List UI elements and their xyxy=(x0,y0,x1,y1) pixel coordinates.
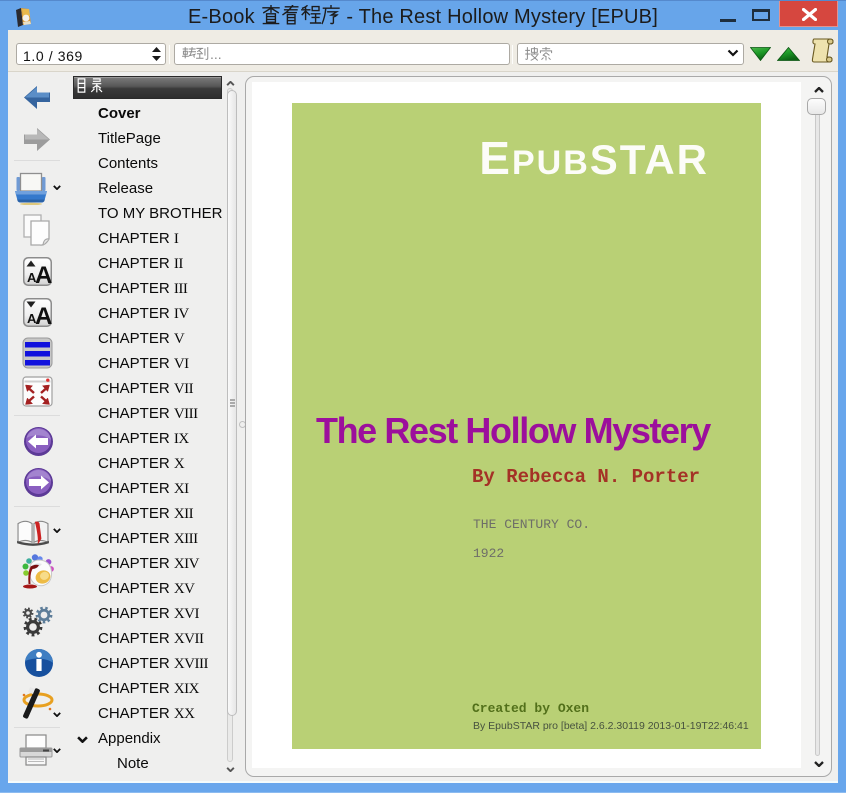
svg-text:A: A xyxy=(35,303,52,328)
svg-text:A: A xyxy=(35,262,52,287)
